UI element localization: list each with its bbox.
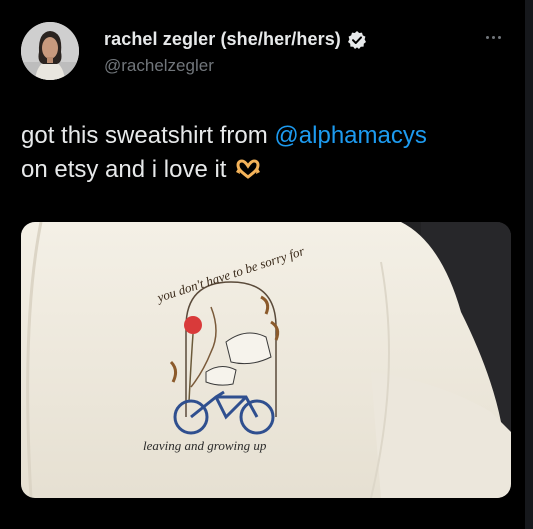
avatar[interactable] [21,22,79,80]
more-options-icon[interactable] [486,32,508,42]
tweet-text: got this sweatshirt from @alphamacys on … [21,119,521,187]
display-name[interactable]: rachel zegler (she/her/hers) [104,29,341,50]
author-row[interactable]: rachel zegler (she/her/hers) [104,29,367,50]
author-handle[interactable]: @rachelzegler [104,56,214,76]
tweet-card: rachel zegler (she/her/hers) @rachelzegl… [0,0,533,529]
tweet-text-part: on etsy and i love it [21,156,227,183]
verified-badge-icon [347,30,367,50]
mention-link[interactable]: @alphamacys [274,122,426,149]
tweet-text-part: got this sweatshirt from [21,122,275,149]
scrollbar-track[interactable] [525,0,533,529]
heart-hands-emoji-icon [235,156,261,179]
tweet-photo[interactable]: you don't have to be sorry for leaving a… [21,222,511,498]
embroidery-bottom-text: leaving and growing up [143,438,267,453]
